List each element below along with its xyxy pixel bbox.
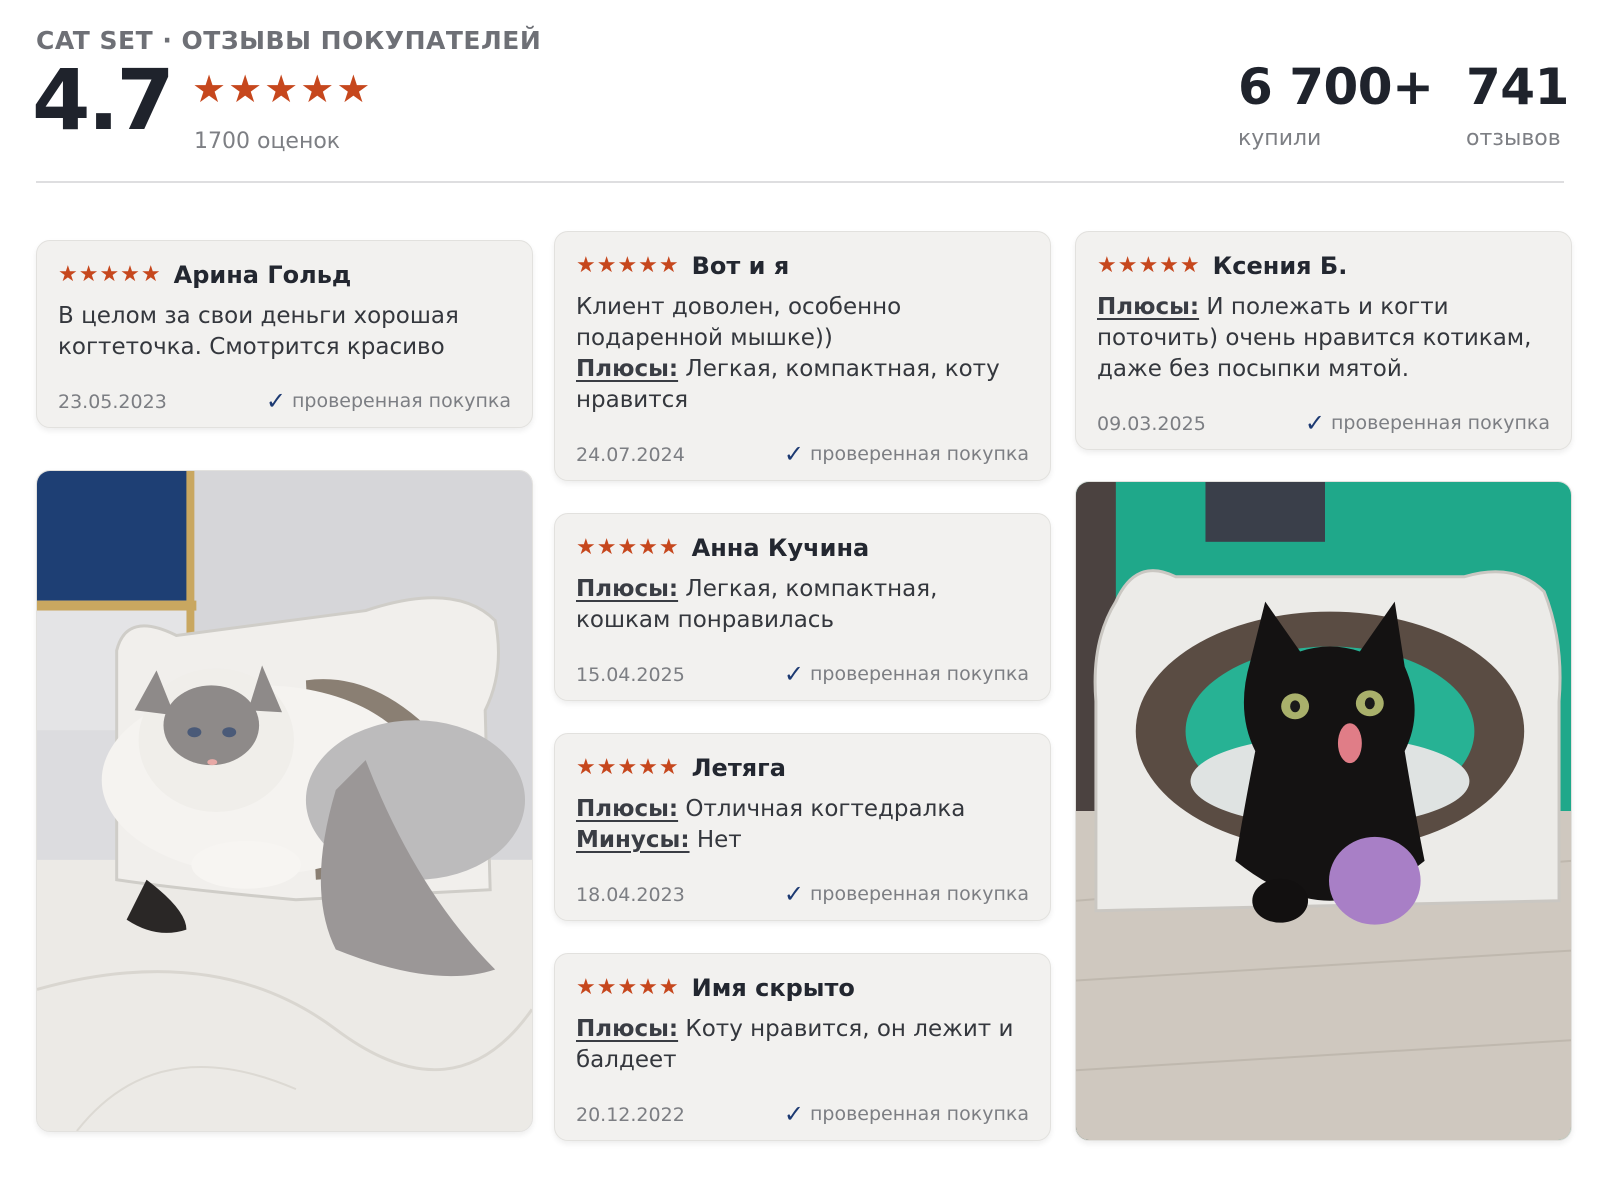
star-icon: ★ xyxy=(228,67,263,111)
review-stars-icon: ★★★★★ xyxy=(58,262,162,287)
cons-label: Минусы: xyxy=(576,827,690,853)
pros-label: Плюсы: xyxy=(1097,294,1200,320)
average-rating: 4.7 xyxy=(32,51,175,149)
star-icon: ★ xyxy=(336,67,371,111)
star-icon: ★ xyxy=(192,67,227,111)
verified-badge: ✓ проверенная покупка xyxy=(784,882,1029,906)
check-icon: ✓ xyxy=(783,660,804,688)
review-card: ★★★★★ Ксения Б. Плюсы: И полежать и когт… xyxy=(1075,231,1572,450)
review-card: ★★★★★ Анна Кучина Плюсы: Легкая, компакт… xyxy=(554,513,1051,701)
review-author: Арина Гольд xyxy=(173,261,352,289)
star-icon: ★ xyxy=(300,67,335,111)
review-date: 15.04.2025 xyxy=(576,664,685,686)
review-stars-icon: ★★★★★ xyxy=(576,975,680,1000)
review-footer: 20.12.2022 ✓ проверенная покупка xyxy=(576,1102,1029,1126)
review-cons: Минусы: Нет xyxy=(576,825,1029,856)
verified-label: проверенная покупка xyxy=(809,443,1029,465)
verified-label: проверенная покупка xyxy=(809,663,1029,685)
review-date: 09.03.2025 xyxy=(1097,413,1206,435)
review-date: 23.05.2023 xyxy=(58,391,167,413)
review-author: Летяга xyxy=(691,754,786,782)
review-pros: Плюсы: Легкая, компактная, кошкам понрав… xyxy=(576,574,1029,636)
verified-badge: ✓ проверенная покупка xyxy=(1305,411,1550,435)
review-photo-black-cat[interactable] xyxy=(1075,481,1572,1141)
verified-badge: ✓ проверенная покупка xyxy=(784,442,1029,466)
check-icon: ✓ xyxy=(783,440,804,468)
review-header: ★★★★★ Вот и я xyxy=(576,252,1029,280)
stat-bought-label: купили xyxy=(1238,126,1322,151)
review-stars-icon: ★★★★★ xyxy=(1097,253,1201,278)
verified-label: проверенная покупка xyxy=(809,1103,1029,1125)
ratings-count: 1700 оценок xyxy=(194,129,341,154)
verified-label: проверенная покупка xyxy=(809,883,1029,905)
header-divider xyxy=(36,181,1564,183)
stat-bought-value: 6 700+ xyxy=(1238,58,1434,116)
verified-badge: ✓ проверенная покупка xyxy=(784,1102,1029,1126)
review-text: Плюсы: И полежать и когти поточить) очен… xyxy=(1097,292,1550,385)
check-icon: ✓ xyxy=(783,1100,804,1128)
review-footer: 18.04.2023 ✓ проверенная покупка xyxy=(576,882,1029,906)
check-icon: ✓ xyxy=(265,387,286,415)
stat-reviews-value: 741 xyxy=(1466,58,1569,116)
review-header: ★★★★★ Анна Кучина xyxy=(576,534,1029,562)
review-text: Плюсы: Легкая, компактная, кошкам понрав… xyxy=(576,574,1029,636)
stat-reviews-label: отзывов xyxy=(1466,126,1561,151)
pros-text: Отличная когтедралка xyxy=(685,796,966,822)
review-footer: 24.07.2024 ✓ проверенная покупка xyxy=(576,442,1029,466)
black-cat-photo-icon xyxy=(1076,482,1571,1140)
stat-reviews: 741 отзывов xyxy=(1466,62,1569,151)
review-footer: 23.05.2023 ✓ проверенная покупка xyxy=(58,389,511,413)
review-card: ★★★★★ Арина Гольд В целом за свои деньги… xyxy=(36,240,533,428)
star-icon: ★ xyxy=(264,67,299,111)
review-date: 18.04.2023 xyxy=(576,884,685,906)
review-text: Плюсы: Коту нравится, он лежит и балдеет xyxy=(576,1014,1029,1076)
verified-label: проверенная покупка xyxy=(291,390,511,412)
review-card: ★★★★★ Вот и я Клиент доволен, особенно п… xyxy=(554,231,1051,481)
review-author: Ксения Б. xyxy=(1212,252,1348,280)
review-card: ★★★★★ Имя скрыто Плюсы: Коту нравится, о… xyxy=(554,953,1051,1141)
rating-stars: ★ ★ ★ ★ ★ xyxy=(192,70,370,108)
review-author: Анна Кучина xyxy=(691,534,870,562)
review-author: Имя скрыто xyxy=(691,974,855,1002)
review-date: 24.07.2024 xyxy=(576,444,685,466)
review-author: Вот и я xyxy=(691,252,790,280)
review-text: Плюсы: Отличная когтедралка Минусы: Нет xyxy=(576,794,1029,856)
review-date: 20.12.2022 xyxy=(576,1104,685,1126)
pros-label: Плюсы: xyxy=(576,796,679,822)
review-header: ★★★★★ Арина Гольд xyxy=(58,261,511,289)
review-text: В целом за свои деньги хорошая когтеточк… xyxy=(58,303,459,360)
pros-label: Плюсы: xyxy=(576,356,679,382)
pros-label: Плюсы: xyxy=(576,576,679,602)
review-pros: Плюсы: Отличная когтедралка xyxy=(576,794,1029,825)
review-pros: Плюсы: Легкая, компактная, коту нравится xyxy=(576,354,1029,416)
review-card: ★★★★★ Летяга Плюсы: Отличная когтедралка… xyxy=(554,733,1051,921)
review-stars-icon: ★★★★★ xyxy=(576,755,680,780)
review-stars-icon: ★★★★★ xyxy=(576,253,680,278)
verified-badge: ✓ проверенная покупка xyxy=(266,389,511,413)
check-icon: ✓ xyxy=(783,880,804,908)
pros-label: Плюсы: xyxy=(576,1016,679,1042)
verified-badge: ✓ проверенная покупка xyxy=(784,662,1029,686)
review-footer: 09.03.2025 ✓ проверенная покупка xyxy=(1097,411,1550,435)
check-icon: ✓ xyxy=(1304,409,1325,437)
review-comment: Клиент доволен, особенно подаренной мышк… xyxy=(576,294,902,351)
review-header: ★★★★★ Имя скрыто xyxy=(576,974,1029,1002)
review-header: ★★★★★ Ксения Б. xyxy=(1097,252,1550,280)
review-pros: Плюсы: И полежать и когти поточить) очен… xyxy=(1097,292,1550,385)
verified-label: проверенная покупка xyxy=(1330,412,1550,434)
review-photo-fluffy-cat[interactable] xyxy=(36,470,533,1132)
review-footer: 15.04.2025 ✓ проверенная покупка xyxy=(576,662,1029,686)
review-header: ★★★★★ Летяга xyxy=(576,754,1029,782)
review-stars-icon: ★★★★★ xyxy=(576,535,680,560)
cons-text: Нет xyxy=(696,827,742,853)
review-pros: Плюсы: Коту нравится, он лежит и балдеет xyxy=(576,1014,1029,1076)
stat-bought: 6 700+ купили xyxy=(1238,58,1434,151)
fluffy-cat-photo-icon xyxy=(37,471,532,1131)
review-text: Клиент доволен, особенно подаренной мышк… xyxy=(576,292,1029,416)
